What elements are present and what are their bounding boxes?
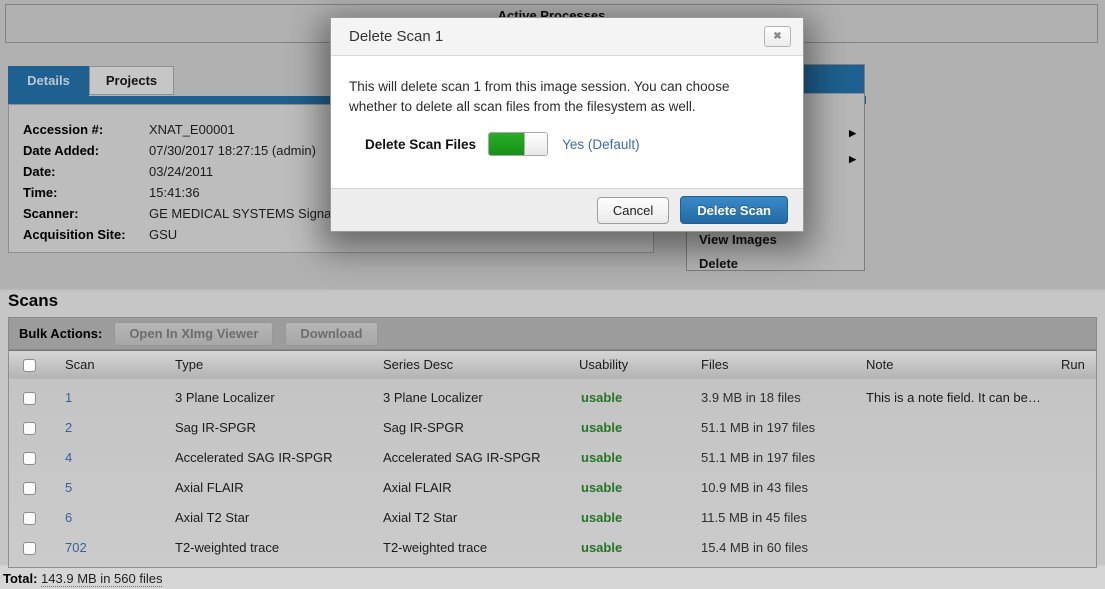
scan-link[interactable]: 5 <box>65 480 72 495</box>
scan-type: Axial T2 Star <box>165 510 373 525</box>
row-checkbox[interactable] <box>23 512 36 525</box>
close-icon[interactable]: ✖ <box>764 26 791 47</box>
detail-value: 03/24/2011 <box>149 161 213 182</box>
table-row: 2 Sag IR-SPGR Sag IR-SPGR usable 51.1 MB… <box>9 412 1096 442</box>
usability-status: usable <box>579 510 622 525</box>
column-header-note: Note <box>856 357 1051 372</box>
files-link[interactable]: 3.9 MB in 18 files <box>701 390 801 405</box>
detail-value: XNAT_E00001 <box>149 119 235 140</box>
table-row: 702 T2-weighted trace T2-weighted trace … <box>9 532 1096 562</box>
row-checkbox[interactable] <box>23 482 36 495</box>
scan-link[interactable]: 2 <box>65 420 72 435</box>
scans-heading: Scans <box>8 291 58 311</box>
scans-table: Scan Type Series Desc Usability Files No… <box>8 350 1097 568</box>
tab-details[interactable]: Details <box>8 66 89 96</box>
scans-total: Total: 143.9 MB in 560 files <box>3 571 162 586</box>
delete-files-toggle[interactable] <box>488 132 548 156</box>
table-row: 4 Accelerated SAG IR-SPGR Accelerated SA… <box>9 442 1096 472</box>
series-desc: Axial FLAIR <box>373 480 569 495</box>
detail-label: Accession #: <box>23 119 149 140</box>
files-link[interactable]: 51.1 MB in 197 files <box>701 450 815 465</box>
delete-scan-modal: Delete Scan 1 ✖ This will delete scan 1 … <box>330 17 804 232</box>
scan-link[interactable]: 702 <box>65 540 87 555</box>
detail-label: Date Added: <box>23 140 149 161</box>
row-checkbox[interactable] <box>23 422 36 435</box>
column-header-type: Type <box>165 357 373 372</box>
detail-label: Date: <box>23 161 149 182</box>
bulk-actions-toolbar: Bulk Actions: Open In XImg Viewer Downlo… <box>8 317 1097 350</box>
delete-scan-files-label: Delete Scan Files <box>365 137 476 152</box>
series-desc: Sag IR-SPGR <box>373 420 569 435</box>
delete-scan-button[interactable]: Delete Scan <box>680 196 788 224</box>
modal-message: This will delete scan 1 from this image … <box>349 77 779 117</box>
series-desc: Accelerated SAG IR-SPGR <box>373 450 569 465</box>
session-page: Active Processes Details Projects Access… <box>0 0 1105 589</box>
scans-table-header: Scan Type Series Desc Usability Files No… <box>9 351 1096 379</box>
detail-label: Time: <box>23 182 149 203</box>
row-checkbox[interactable] <box>23 392 36 405</box>
modal-body: This will delete scan 1 from this image … <box>331 56 803 188</box>
series-desc: T2-weighted trace <box>373 540 569 555</box>
tab-strip: Details Projects <box>8 66 174 96</box>
toggle-knob <box>524 133 547 155</box>
series-desc: 3 Plane Localizer <box>373 390 569 405</box>
scan-type: Axial FLAIR <box>165 480 373 495</box>
toggle-on-track <box>489 133 524 155</box>
actions-menu-item-label: View Images <box>699 232 777 247</box>
series-desc: Axial T2 Star <box>373 510 569 525</box>
column-header-usability: Usability <box>569 357 691 372</box>
scan-type: 3 Plane Localizer <box>165 390 373 405</box>
modal-title: Delete Scan 1 <box>349 28 443 45</box>
column-header-files: Files <box>691 357 856 372</box>
modal-footer: Cancel Delete Scan <box>331 188 803 231</box>
detail-value: 07/30/2017 18:27:15 (admin) <box>149 140 316 161</box>
scan-type: Accelerated SAG IR-SPGR <box>165 450 373 465</box>
table-row: 5 Axial FLAIR Axial FLAIR usable 10.9 MB… <box>9 472 1096 502</box>
table-row: 6 Axial T2 Star Axial T2 Star usable 11.… <box>9 502 1096 532</box>
scan-type: T2-weighted trace <box>165 540 373 555</box>
table-row: 1 3 Plane Localizer 3 Plane Localizer us… <box>9 382 1096 412</box>
usability-status: usable <box>579 450 622 465</box>
scan-type: Sag IR-SPGR <box>165 420 373 435</box>
select-all-checkbox[interactable] <box>23 359 36 372</box>
column-header-series-desc: Series Desc <box>373 357 569 372</box>
detail-label: Acquisition Site: <box>23 224 149 245</box>
open-in-ximg-viewer-button[interactable]: Open In XImg Viewer <box>114 322 273 346</box>
row-checkbox[interactable] <box>23 452 36 465</box>
actions-menu-item-delete[interactable]: Delete <box>687 252 864 275</box>
submenu-arrow-icon: ▶ <box>849 122 856 145</box>
scan-link[interactable]: 6 <box>65 510 72 525</box>
scan-link[interactable]: 1 <box>65 390 72 405</box>
files-link[interactable]: 10.9 MB in 43 files <box>701 480 808 495</box>
column-header-run: Run <box>1051 357 1096 372</box>
cancel-button[interactable]: Cancel <box>597 197 669 224</box>
scan-link[interactable]: 4 <box>65 450 72 465</box>
toggle-state-label[interactable]: Yes (Default) <box>562 137 640 152</box>
detail-value: GSU <box>149 224 177 245</box>
files-link[interactable]: 51.1 MB in 197 files <box>701 420 815 435</box>
scans-table-body: 1 3 Plane Localizer 3 Plane Localizer us… <box>9 379 1096 567</box>
usability-status: usable <box>579 390 622 405</box>
detail-value: 15:41:36 <box>149 182 200 203</box>
total-files-link[interactable]: 143.9 MB in 560 files <box>41 571 162 587</box>
total-label: Total: <box>3 571 37 586</box>
column-header-scan: Scan <box>55 357 165 372</box>
download-button[interactable]: Download <box>285 322 377 346</box>
note-text: This is a note field. It can be… <box>866 390 1041 405</box>
files-link[interactable]: 11.5 MB in 45 files <box>701 510 807 525</box>
row-checkbox[interactable] <box>23 542 36 555</box>
usability-status: usable <box>579 420 622 435</box>
files-link[interactable]: 15.4 MB in 60 files <box>701 540 808 555</box>
delete-files-toggle-row: Delete Scan Files Yes (Default) <box>349 132 785 156</box>
actions-menu-item-label: Delete <box>699 256 738 271</box>
usability-status: usable <box>579 540 622 555</box>
submenu-arrow-icon: ▶ <box>849 148 856 171</box>
bulk-actions-label: Bulk Actions: <box>19 326 102 341</box>
tab-projects[interactable]: Projects <box>89 66 174 95</box>
modal-header: Delete Scan 1 ✖ <box>331 18 803 56</box>
detail-label: Scanner: <box>23 203 149 224</box>
usability-status: usable <box>579 480 622 495</box>
